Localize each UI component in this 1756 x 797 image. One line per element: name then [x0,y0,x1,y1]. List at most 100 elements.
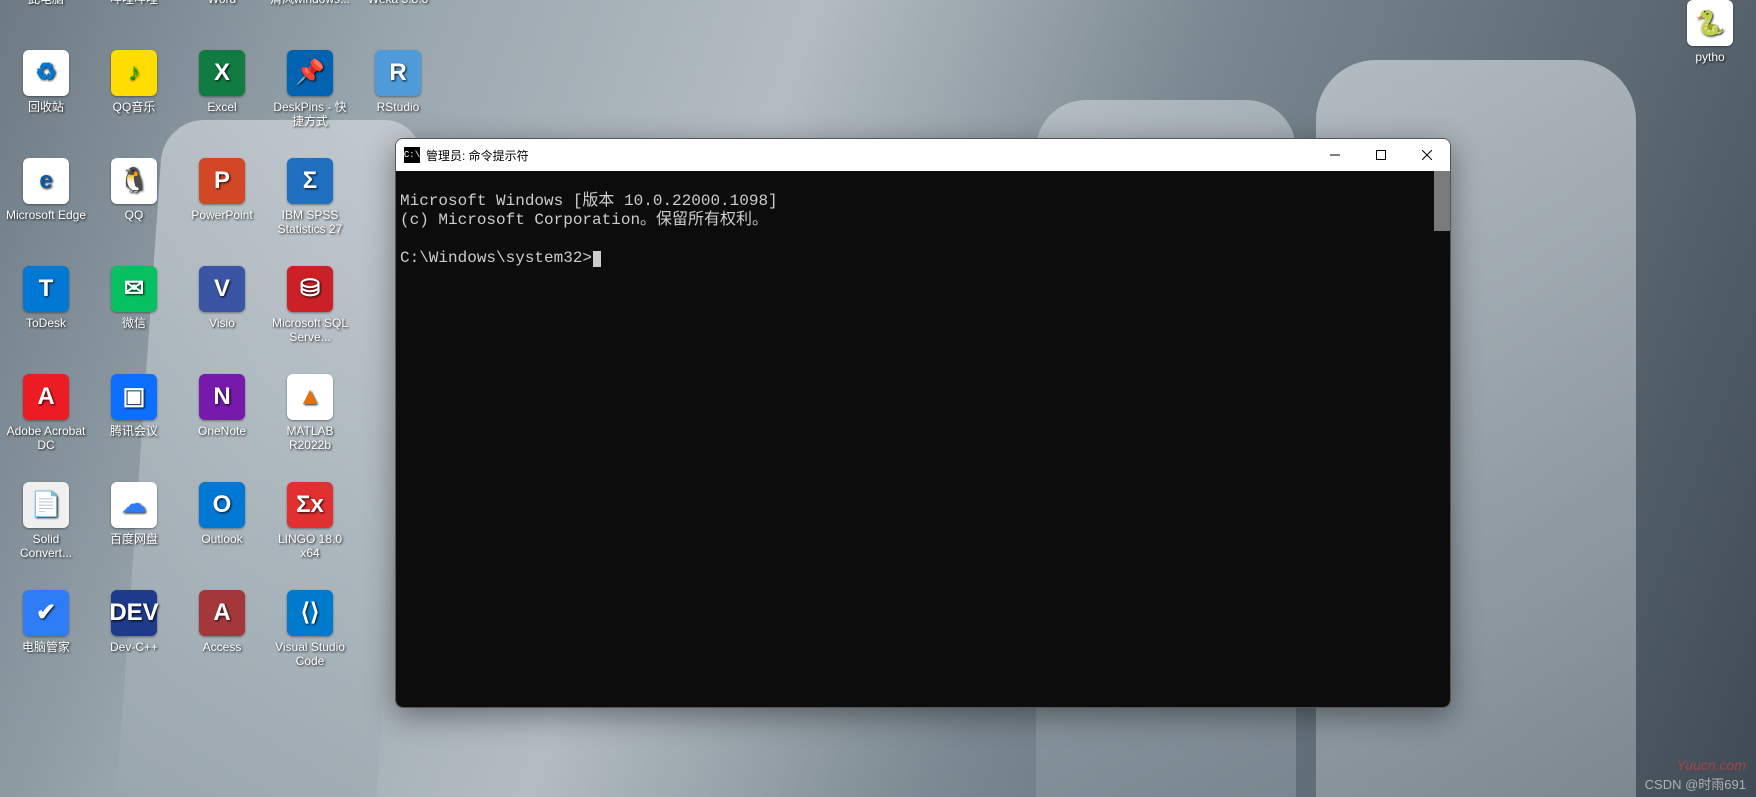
desktop-icon-label: 腾讯会议 [110,424,158,438]
desktop-icon-label: Access [203,640,242,654]
desktop-icon[interactable]: 📌 DeskPins - 快捷方式 [266,48,354,156]
desktop-icon-label: Dev-C++ [110,640,158,654]
c-outlook-icon: O [199,482,245,528]
cmd-window[interactable]: C:\ 管理员: 命令提示符 Microsoft Windows [版本 10.… [395,138,1451,708]
minimize-button[interactable] [1312,139,1358,171]
window-title: 管理员: 命令提示符 [426,147,529,164]
titlebar[interactable]: C:\ 管理员: 命令提示符 [396,139,1450,171]
desktop-icon-label: Visio [209,316,235,330]
cmd-prompt: C:\Windows\system32> [400,249,592,267]
desktop-icon[interactable]: P PowerPoint [178,156,266,264]
desktop-icon-label: Microsoft Edge [6,208,86,222]
desktop-icon-label: Outlook [201,532,242,546]
c-solid-icon: 📄 [23,482,69,528]
c-vscode-icon: ⟨⟩ [287,590,333,636]
desktop-icon[interactable]: ΣIBM SPSS Statistics 27 [266,156,354,264]
python-icon: 🐍 [1687,0,1733,46]
desktop-icon-label: pytho [1695,50,1724,64]
desktop-icon-label: LINGO 18.0 x64 [269,532,351,560]
c-ppt-icon: P [199,158,245,204]
c-onenote-icon: N [199,374,245,420]
desktop-icon[interactable]: ☁清风windows... [266,0,354,48]
c-deskpins-icon: 📌 [287,50,333,96]
desktop-icon[interactable]: ✔ 电脑管家 [2,588,90,696]
desktop-icon-label: 哔哩哔哩 [110,0,158,6]
desktop-icon[interactable]: A Access [178,588,266,696]
desktop-icon-label: Visual Studio Code [269,640,351,668]
cmd-output-line: (c) Microsoft Corporation。保留所有权利。 [400,211,768,229]
desktop-icon-label: 微信 [122,316,146,330]
c-access-icon: A [199,590,245,636]
desktop-icon-grid: ♻ 回收站 ♪ QQ音乐 X Excel 📌 DeskPins - 快捷方式 R RStudio e… [0,48,442,696]
close-button[interactable] [1404,139,1450,171]
desktop-icon-label: DeskPins - 快捷方式 [269,100,351,128]
desktop-icon[interactable]: ♪ QQ音乐 [90,48,178,156]
desktop-icon-python[interactable]: 🐍 pytho [1666,0,1754,64]
scrollbar-thumb[interactable] [1434,171,1450,231]
c-todesk-icon: T [23,266,69,312]
c-guanjia-icon: ✔ [23,590,69,636]
desktop-icon[interactable]: ⛁Microsoft SQL Serve... [266,264,354,372]
desktop-icon-label: 此电脑 [28,0,64,6]
desktop-icon-label: PowerPoint [191,208,252,222]
c-baidu-icon: ☁ [111,482,157,528]
desktop-icon[interactable]: N OneNote [178,372,266,480]
watermark-site: Yuucn.com [1676,757,1746,773]
desktop-icon[interactable]: WWord [178,0,266,48]
desktop-top-row: 🖥此电脑b哔哩哔哩WWord☁清风windows...WWeka 3.8.6 [0,0,442,48]
desktop-icon-label: 电脑管家 [22,640,70,654]
c-excel-icon: X [199,50,245,96]
desktop-icon[interactable]: e Microsoft Edge [2,156,90,264]
desktop-icon[interactable]: WWeka 3.8.6 [354,0,442,48]
c-visio-icon: V [199,266,245,312]
desktop-icon[interactable]: ♻ 回收站 [2,48,90,156]
desktop-icon[interactable]: ⟨⟩ Visual Studio Code [266,588,354,696]
c-rstudio-icon: R [375,50,421,96]
desktop-icon[interactable]: 🐧 QQ [90,156,178,264]
desktop-icon-label: MATLAB R2022b [269,424,351,452]
c-sql-icon: ⛁ [287,266,333,312]
desktop-icon-label: 回收站 [28,100,64,114]
desktop-icon[interactable]: TToDesk [2,264,90,372]
desktop-icon[interactable]: X Excel [178,48,266,156]
c-qq-icon: 🐧 [111,158,157,204]
desktop-icon-label: 百度网盘 [110,532,158,546]
c-spss-icon: Σ [287,158,333,204]
desktop-icon[interactable]: Σx LINGO 18.0 x64 [266,480,354,588]
desktop-icon[interactable]: V Visio [178,264,266,372]
watermark-csdn: CSDN @时雨691 [1645,774,1746,793]
c-lingo-icon: Σx [287,482,333,528]
desktop-icon[interactable]: 📄 Solid Convert... [2,480,90,588]
cmd-body[interactable]: Microsoft Windows [版本 10.0.22000.1098] (… [396,171,1450,707]
c-matlab-icon: ▲ [287,374,333,420]
desktop-icon[interactable]: O Outlook [178,480,266,588]
desktop-icon[interactable]: DEVDev-C++ [90,588,178,696]
cmd-output-line: Microsoft Windows [版本 10.0.22000.1098] [400,192,778,210]
desktop-icon-label: 清风windows... [270,0,350,6]
desktop-icon[interactable]: 🖥此电脑 [2,0,90,48]
cmd-app-icon: C:\ [404,147,420,163]
desktop-icon-label: QQ音乐 [113,100,156,114]
desktop-icon[interactable]: ▣ 腾讯会议 [90,372,178,480]
desktop-icon-label: Adobe Acrobat DC [5,424,87,452]
desktop-icon[interactable]: b哔哩哔哩 [90,0,178,48]
desktop-icon-label: RStudio [377,100,420,114]
c-edge-icon: e [23,158,69,204]
desktop-icon[interactable]: A Adobe Acrobat DC [2,372,90,480]
c-recycle-icon: ♻ [23,50,69,96]
window-controls [1312,139,1450,171]
desktop-icon-label: Solid Convert... [5,532,87,560]
c-wechat-icon: ✉ [111,266,157,312]
desktop-icon[interactable]: ✉ 微信 [90,264,178,372]
desktop-icon[interactable]: ▲ MATLAB R2022b [266,372,354,480]
desktop-icon-label: QQ [125,208,144,222]
c-tencent-icon: ▣ [111,374,157,420]
c-adobe-icon: A [23,374,69,420]
desktop-icon-label: OneNote [198,424,246,438]
c-qqmusic-icon: ♪ [111,50,157,96]
desktop[interactable]: 🖥此电脑b哔哩哔哩WWord☁清风windows...WWeka 3.8.6 ♻… [0,0,1756,797]
desktop-icon-label: Word [208,0,236,6]
desktop-icon[interactable]: ☁ 百度网盘 [90,480,178,588]
desktop-icon-label: Excel [207,100,236,114]
maximize-button[interactable] [1358,139,1404,171]
